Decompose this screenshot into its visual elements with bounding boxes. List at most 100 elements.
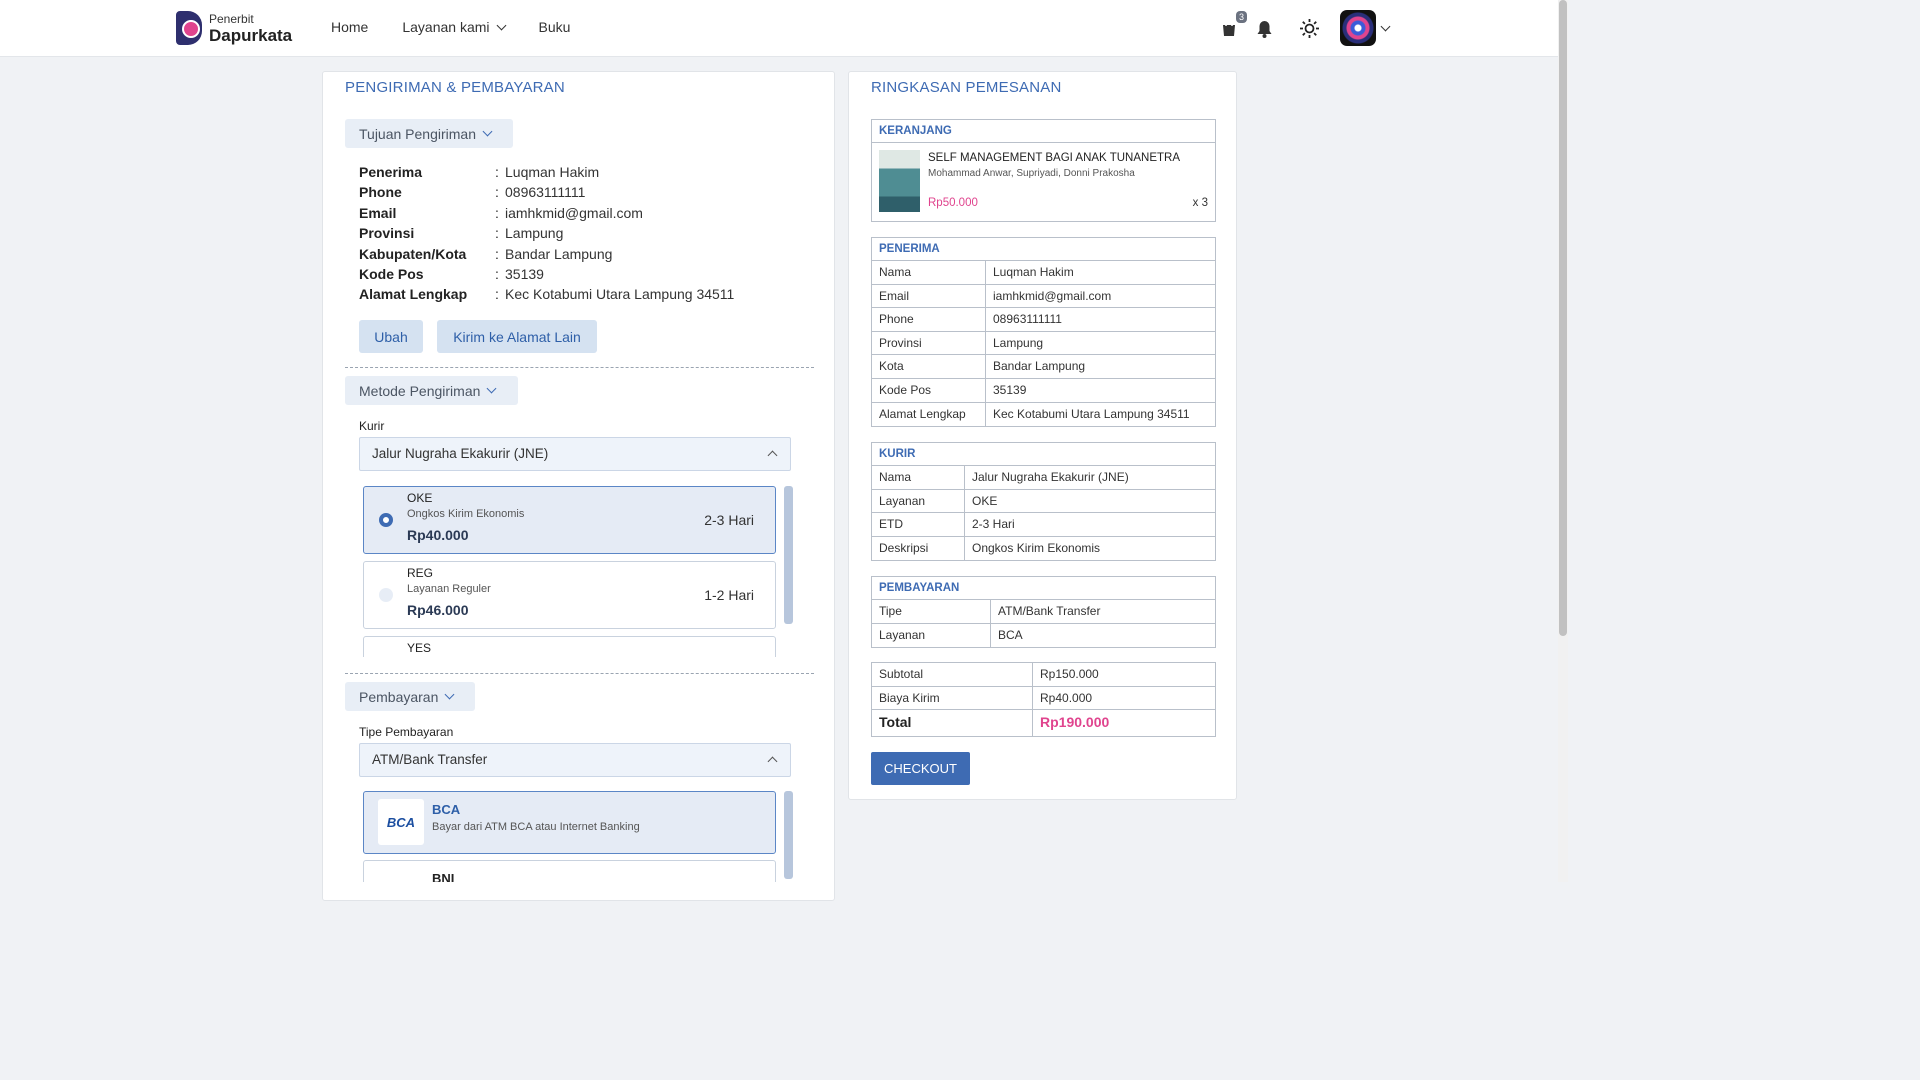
row-value: 08963111111 — [993, 312, 1062, 327]
row-value: Bandar Lampung — [993, 359, 1086, 374]
address-label: Penerima — [359, 164, 423, 180]
courier-label: Kurir — [359, 419, 385, 433]
courier-service-list[interactable]: OKE Ongkos Kirim Ekonomis Rp40.000 2-3 H… — [363, 486, 793, 657]
bank-name: BNI — [432, 871, 455, 882]
chevron-down-icon — [444, 689, 455, 700]
payment-toggle[interactable]: Pembayaran — [345, 682, 475, 711]
table-row: Nama Jalur Nugraha Ekakurir (JNE) — [872, 466, 1215, 490]
row-value: ATM/Bank Transfer — [998, 604, 1101, 618]
table-row: Nama Luqman Hakim — [872, 261, 1215, 285]
courier-select-value: Jalur Nugraha Ekakurir (JNE) — [372, 446, 549, 461]
book-price: Rp50.000 — [928, 197, 978, 209]
payment-type-value: ATM/Bank Transfer — [372, 752, 488, 767]
row-key: Layanan — [872, 489, 965, 513]
totals-box: Subtotal Rp150.000 Biaya Kirim Rp40.000 To… — [871, 662, 1216, 738]
service-option-yes[interactable]: YES — [363, 636, 776, 657]
summary-title: RINGKASAN PEMESANAN — [871, 79, 1062, 96]
table-row: Kode Pos 35139 — [872, 378, 1215, 403]
table-row: Email iamhkmid@gmail.com — [872, 284, 1215, 309]
payment-toggle-label: Pembayaran — [359, 688, 439, 705]
address-row: Penerima: Luqman Hakim — [359, 164, 734, 184]
address-label: Provinsi — [359, 225, 415, 242]
divider — [345, 367, 814, 368]
address-row: Provinsi: Lampung — [359, 225, 734, 245]
bank-name: BCA — [432, 802, 461, 817]
address-label: Kode Pos — [359, 265, 424, 282]
radio-selected[interactable] — [379, 513, 393, 527]
row-key: Alamat Lengkap — [872, 402, 986, 427]
bell-icon[interactable] — [1256, 20, 1273, 38]
service-option-oke[interactable]: OKE Ongkos Kirim Ekonomis Rp40.000 2-3 H… — [363, 486, 776, 554]
address-value: 08963111111 — [505, 184, 586, 201]
subtotal-value: Rp150.000 — [1040, 667, 1099, 681]
bank-option-bni[interactable]: BNI — [363, 860, 776, 882]
bca-logo: BCA — [378, 799, 424, 845]
page-scrollbar[interactable] — [1558, 0, 1568, 882]
table-row: Provinsi Lampung — [872, 331, 1215, 356]
address-label: Kabupaten/Kota — [359, 245, 467, 262]
logo-small-text: Penerbit — [209, 11, 254, 26]
service-etd: 1-2 Hari — [704, 587, 754, 603]
row-key: Kode Pos — [872, 378, 986, 402]
payment-box: PEMBAYARAN Tipe ATM/Bank Transfer Layanan… — [871, 576, 1216, 649]
cart-count-badge: 3 — [1236, 11, 1248, 23]
other-address-button[interactable]: Kirim ke Alamat Lain — [437, 320, 597, 353]
radio-unselected[interactable] — [379, 588, 393, 602]
logo-icon — [176, 11, 202, 45]
logo[interactable]: Penerbit Dapurkata — [176, 11, 292, 45]
avatar[interactable] — [1340, 10, 1376, 46]
book-authors: Mohammad Anwar, Supriyadi, Donni Prakosh… — [928, 168, 1135, 179]
subtotal-label: Subtotal — [872, 663, 1033, 686]
nav-books[interactable]: Buku — [539, 19, 571, 35]
chevron-down-icon — [482, 126, 493, 137]
shipping-method-toggle[interactable]: Metode Pengiriman — [345, 376, 518, 405]
service-option-reg[interactable]: REG Layanan Reguler Rp46.000 1-2 Hari — [363, 561, 776, 629]
service-code: REG — [407, 566, 434, 580]
row-key: Provinsi — [872, 331, 986, 355]
service-desc: Layanan Reguler — [407, 583, 491, 595]
address-value: Bandar Lampung — [505, 245, 613, 262]
bank-option-bca[interactable]: BCA BCA Bayar dari ATM BCA atau Internet… — [363, 791, 776, 854]
section-title: PENGIRIMAN & PEMBAYARAN — [345, 79, 565, 96]
address-row: Email: iamhkmid@gmail.com — [359, 205, 734, 225]
row-key: Layanan — [872, 623, 991, 648]
order-summary-card: RINGKASAN PEMESANAN KERANJANG SELF MANAG… — [848, 71, 1237, 800]
recipient-head: PENERIMA — [872, 238, 1215, 261]
table-row: Phone 08963111111 — [872, 308, 1215, 332]
bank-list[interactable]: BCA BCA Bayar dari ATM BCA atau Internet… — [363, 791, 793, 882]
sun-icon[interactable] — [1300, 19, 1319, 38]
chevron-down-icon[interactable] — [1380, 21, 1391, 32]
shipping-cost-label: Biaya Kirim — [872, 686, 1033, 710]
address-toggle[interactable]: Tujuan Pengiriman — [345, 119, 513, 148]
row-key: Tipe — [872, 600, 991, 623]
service-etd: 2-3 Hari — [704, 512, 754, 528]
list-scrollbar[interactable] — [784, 486, 793, 624]
service-price: Rp40.000 — [407, 527, 469, 543]
checkout-button[interactable]: CHECKOUT — [871, 752, 970, 785]
scrollbar-thumb[interactable] — [1559, 0, 1567, 636]
address-label: Email — [359, 204, 397, 221]
nav-services[interactable]: Layanan kami — [402, 19, 506, 35]
row-key: Nama — [872, 261, 986, 284]
row-value: Jalur Nugraha Ekakurir (JNE) — [972, 470, 1129, 484]
navbar: Penerbit Dapurkata Home Layanan kami Buk… — [0, 0, 1558, 57]
address-row: Phone:08963111111 — [359, 184, 734, 204]
shopping-bag-icon[interactable] — [1220, 20, 1238, 37]
chevron-up-icon — [767, 756, 778, 767]
payment-type-select[interactable]: ATM/Bank Transfer — [359, 743, 791, 777]
edit-address-button[interactable]: Ubah — [359, 320, 423, 353]
table-row: Kota Bandar Lampung — [872, 355, 1215, 379]
row-value: OKE — [972, 493, 998, 508]
service-desc: Ongkos Kirim Ekonomis — [407, 508, 525, 520]
list-scrollbar[interactable] — [784, 791, 793, 879]
courier-head: KURIR — [872, 443, 1215, 466]
row-value: 35139 — [993, 382, 1027, 397]
nav-home[interactable]: Home — [331, 19, 368, 35]
courier-select[interactable]: Jalur Nugraha Ekakurir (JNE) — [359, 437, 791, 471]
chevron-down-icon — [486, 383, 497, 394]
chevron-down-icon — [496, 20, 506, 30]
row-key: ETD — [872, 513, 965, 536]
address-value: Lampung — [505, 225, 564, 242]
row-key: Email — [872, 284, 986, 308]
address-value: Kec Kotabumi Utara Lampung 34511 — [505, 286, 735, 303]
